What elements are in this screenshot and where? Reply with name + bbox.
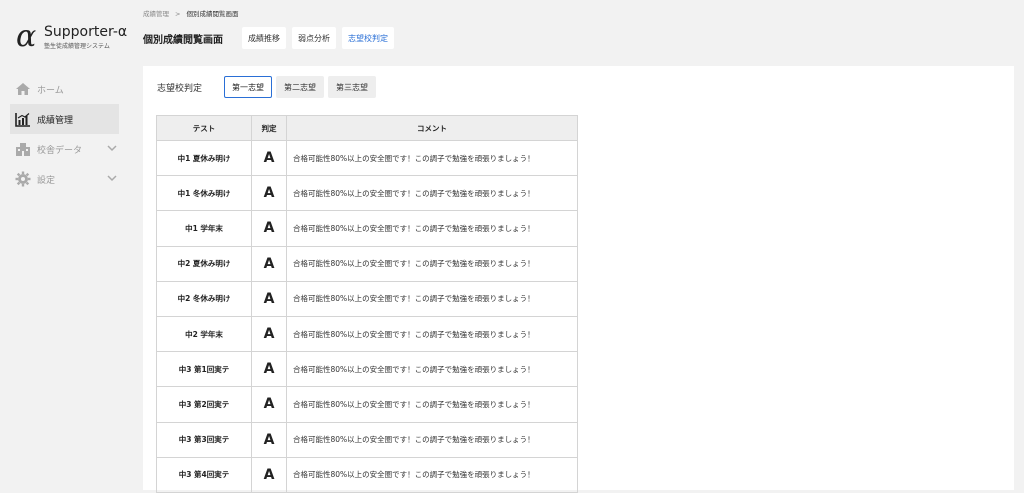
alpha-logo-icon: α [16, 19, 37, 54]
grade: A [251, 421, 287, 458]
test-name: 中3 第2回実テ [156, 386, 252, 423]
test-name: 中3 第4回実テ [156, 456, 252, 493]
sidebar-item-settings[interactable]: 設定 [10, 164, 119, 194]
test-name: 中1 学年末 [156, 210, 252, 247]
table-row: 中3 第1回実テ A 合格可能性80%以上の安全圏です！この調子で勉強を頑張りま… [156, 351, 578, 388]
tab-weakness-analysis[interactable]: 弱点分析 [292, 27, 336, 49]
grade: A [251, 351, 287, 388]
main-header: 成績管理 > 個別成績閲覧画面 個別成績閲覧画面 成績推移 弱点分析 志望校判定 [129, 0, 1024, 56]
sidebar-item-label: 成績管理 [37, 115, 74, 126]
test-name: 中2 夏休み明け [156, 245, 252, 282]
grade: A [251, 280, 287, 317]
choice-second[interactable]: 第二志望 [276, 76, 324, 98]
chart-icon [15, 111, 31, 127]
table-row: 中3 第2回実テ A 合格可能性80%以上の安全圏です！この調子で勉強を頑張りま… [156, 386, 578, 423]
view-tabs: 成績推移 弱点分析 志望校判定 [242, 27, 400, 49]
comment: 合格可能性80%以上の安全圏です！この調子で勉強を頑張りましょう！ [286, 386, 578, 423]
comment: 合格可能性80%以上の安全圏です！この調子で勉強を頑張りましょう！ [286, 280, 578, 317]
breadcrumb-current: 個別成績閲覧画面 [186, 10, 239, 18]
comment: 合格可能性80%以上の安全圏です！この調子で勉強を頑張りましょう！ [286, 315, 578, 353]
table-row: 中1 冬休み明け A 合格可能性80%以上の安全圏です！この調子で勉強を頑張りま… [156, 175, 578, 212]
comment: 合格可能性80%以上の安全圏です！この調子で勉強を頑張りましょう！ [286, 351, 578, 388]
page-title: 個別成績閲覧画面 [143, 35, 223, 46]
table-row: 中3 第3回実テ A 合格可能性80%以上の安全圏です！この調子で勉強を頑張りま… [156, 421, 578, 458]
grade: A [251, 139, 287, 177]
choice-tabs: 第一志望 第二志望 第三志望 [224, 76, 380, 98]
sidebar-item-label: ホーム [37, 85, 64, 96]
grade: A [251, 175, 287, 212]
breadcrumb-separator: > [175, 10, 181, 18]
table-row: 中2 冬休み明け A 合格可能性80%以上の安全圏です！この調子で勉強を頑張りま… [156, 280, 578, 317]
sidebar-nav: ホーム 成績管理 校舎データ 設定 [10, 74, 119, 194]
gear-icon [15, 171, 31, 187]
sidebar-item-label: 校舎データ [37, 145, 83, 156]
app-subtitle: 塾生徒成績管理システム [44, 43, 110, 50]
comment: 合格可能性80%以上の安全圏です！この調子で勉強を頑張りましょう！ [286, 210, 578, 247]
table-row: 中3 第4回実テ A 合格可能性80%以上の安全圏です！この調子で勉強を頑張りま… [156, 456, 578, 493]
building-icon [15, 141, 31, 157]
choice-third[interactable]: 第三志望 [328, 76, 376, 98]
home-icon [15, 81, 31, 97]
table-row: 中1 学年末 A 合格可能性80%以上の安全圏です！この調子で勉強を頑張りましょ… [156, 210, 578, 247]
sidebar-item-label: 設定 [37, 175, 56, 186]
breadcrumb-parent[interactable]: 成績管理 [143, 10, 169, 18]
tab-grade-trend[interactable]: 成績推移 [242, 27, 286, 49]
sidebar-item-campus-data[interactable]: 校舎データ [10, 134, 119, 164]
grade: A [251, 315, 287, 353]
choice-first[interactable]: 第一志望 [224, 76, 272, 98]
tab-school-judgement[interactable]: 志望校判定 [342, 27, 394, 49]
table-row: 中1 夏休み明け A 合格可能性80%以上の安全圏です！この調子で勉強を頑張りま… [156, 139, 578, 177]
test-name: 中3 第3回実テ [156, 421, 252, 458]
grade: A [251, 386, 287, 423]
test-name: 中1 夏休み明け [156, 139, 252, 177]
comment: 合格可能性80%以上の安全圏です！この調子で勉強を頑張りましょう！ [286, 175, 578, 212]
table-header-row: テスト 判定 コメント [156, 115, 578, 141]
column-header-grade: 判定 [251, 115, 287, 141]
comment: 合格可能性80%以上の安全圏です！この調子で勉強を頑張りましょう！ [286, 139, 578, 177]
breadcrumb: 成績管理 > 個別成績閲覧画面 [143, 8, 238, 18]
app-name: Supporter-α [44, 24, 128, 40]
test-name: 中1 冬休み明け [156, 175, 252, 212]
main-content: 志望校判定 第一志望 第二志望 第三志望 テスト 判定 コメント 中1 夏休み明… [143, 66, 1014, 493]
sidebar-item-grades[interactable]: 成績管理 [10, 104, 119, 134]
test-name: 中3 第1回実テ [156, 351, 252, 388]
grade: A [251, 456, 287, 493]
grade: A [251, 210, 287, 247]
grade: A [251, 245, 287, 282]
table-row: 中2 学年末 A 合格可能性80%以上の安全圏です！この調子で勉強を頑張りましょ… [156, 315, 578, 353]
app-logo[interactable]: α Supporter-α 塾生徒成績管理システム [16, 19, 128, 54]
judgement-table: テスト 判定 コメント 中1 夏休み明け A 合格可能性80%以上の安全圏です！… [156, 115, 578, 493]
comment: 合格可能性80%以上の安全圏です！この調子で勉強を頑張りましょう！ [286, 421, 578, 458]
chevron-down-icon[interactable] [107, 143, 117, 153]
choice-label: 志望校判定 [157, 84, 203, 94]
column-header-test: テスト [156, 115, 252, 141]
table-row: 中2 夏休み明け A 合格可能性80%以上の安全圏です！この調子で勉強を頑張りま… [156, 245, 578, 282]
comment: 合格可能性80%以上の安全圏です！この調子で勉強を頑張りましょう！ [286, 245, 578, 282]
test-name: 中2 冬休み明け [156, 280, 252, 317]
sidebar: α Supporter-α 塾生徒成績管理システム ホーム 成績管理 校舎データ [0, 0, 129, 490]
comment: 合格可能性80%以上の安全圏です！この調子で勉強を頑張りましょう！ [286, 456, 578, 493]
test-name: 中2 学年末 [156, 315, 252, 353]
column-header-comment: コメント [286, 115, 578, 141]
sidebar-item-home[interactable]: ホーム [10, 74, 119, 104]
chevron-down-icon[interactable] [107, 173, 117, 183]
